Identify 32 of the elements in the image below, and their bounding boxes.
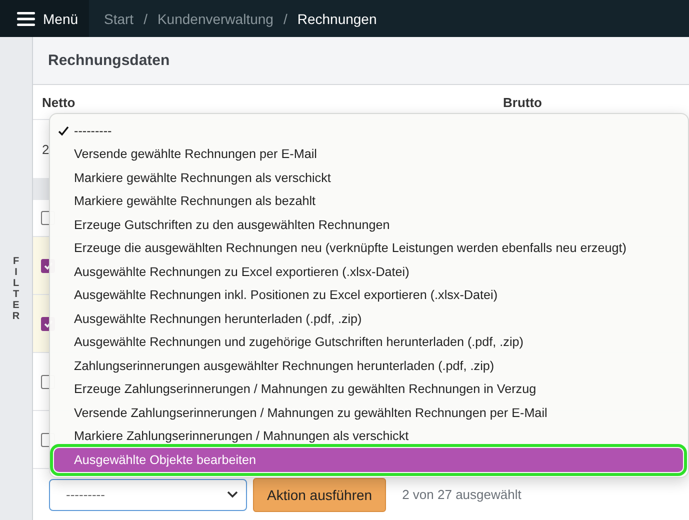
dropdown-option[interactable]: Erzeuge die ausgewählten Rechnungen neu (verknüpfte Leistungen werden ebenfalls neu erzeugt) xyxy=(54,236,683,260)
dropdown-option[interactable]: Ausgewählte Objekte bearbeiten xyxy=(54,448,683,472)
dropdown-option[interactable]: Erzeuge Zahlungserinnerungen / Mahnungen zu gewählten Rechnungen in Verzug xyxy=(54,378,683,401)
table-cell: 2 xyxy=(42,142,50,156)
breadcrumb-separator: / xyxy=(144,10,148,26)
menu-button[interactable]: Menü xyxy=(0,0,89,37)
dropdown-option[interactable]: Ausgewählte Rechnungen inkl. Positionen zu Excel exportieren (.xlsx-Datei) xyxy=(54,284,683,307)
dropdown-option[interactable]: --------- xyxy=(54,119,683,142)
menu-icon xyxy=(17,12,35,26)
dropdown-option[interactable]: Markiere Zahlungserinnerungen / Mahnungen als verschickt xyxy=(54,424,683,448)
column-header: Brutto xyxy=(503,94,542,110)
dropdown-option[interactable]: Versende gewählte Rechnungen per E-Mail xyxy=(54,142,683,166)
card-title: Rechnungsdaten xyxy=(48,52,170,69)
dropdown-option[interactable]: Ausgewählte Rechnungen herunterladen (.pdf, .zip) xyxy=(54,307,683,330)
dropdown-option[interactable]: Ausgewählte Rechnungen und zugehörige Gutschriften herunterladen (.pdf, .zip) xyxy=(54,330,683,354)
dropdown-option[interactable]: Markiere gewählte Rechnungen als verschickt xyxy=(54,166,683,190)
dropdown-option[interactable]: Zahlungserinnerungen ausgewählter Rechnungen herunterladen (.pdf, .zip) xyxy=(54,354,683,378)
breadcrumb-separator: / xyxy=(283,10,288,26)
selection-count: 2 von 27 ausgewählt xyxy=(402,487,522,502)
current-page-label: Rechnungen xyxy=(297,10,377,26)
dropdown-option[interactable]: Markiere gewählte Rechnungen als bezahlt xyxy=(54,190,683,213)
checkmark-icon xyxy=(58,126,69,136)
chevron-icon xyxy=(227,491,238,498)
dropdown-option[interactable]: Versende Zahlungserinnerungen / Mahnungen zu gewählten Rechnungen per E-Mail xyxy=(54,401,683,424)
run-action-button[interactable]: Aktion ausführen xyxy=(253,478,386,512)
column-header: Netto xyxy=(42,94,76,110)
breadcrumb-link[interactable]: Start xyxy=(104,10,134,26)
breadcrumb-link[interactable]: Kundenverwaltung xyxy=(157,10,274,26)
filter-tab[interactable]: FILTER xyxy=(12,256,20,322)
dropdown-option[interactable]: Erzeuge Gutschriften zu den ausgewählten Rechnungen xyxy=(54,213,683,236)
dropdown-option[interactable]: Ausgewählte Rechnungen zu Excel exportieren (.xlsx-Datei) xyxy=(54,260,683,284)
action-select[interactable]: --------- xyxy=(49,478,247,510)
